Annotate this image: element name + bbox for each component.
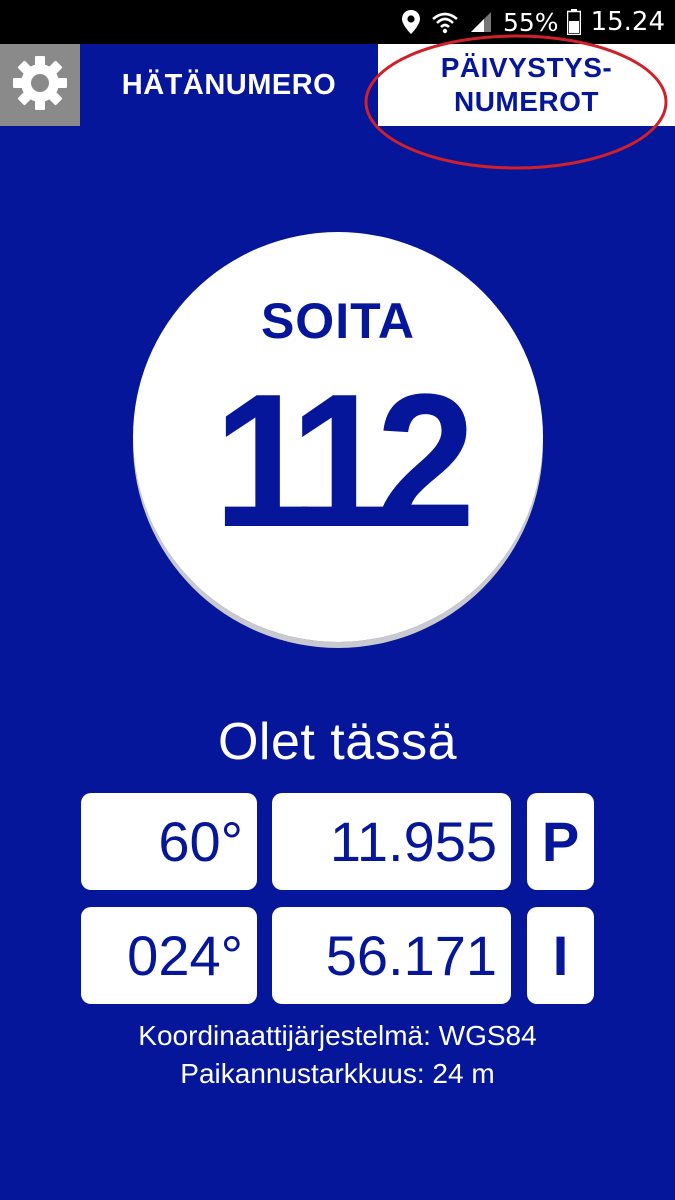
call-112-button[interactable]: SOITA 112 xyxy=(133,232,543,642)
latitude-direction: P xyxy=(527,793,594,890)
latitude-minutes: 11.955 xyxy=(272,793,511,890)
tab-emergency-number[interactable]: HÄTÄNUMERO xyxy=(80,44,378,126)
battery-percent: 55% xyxy=(502,7,559,37)
cell-signal-icon xyxy=(469,10,493,34)
latitude-degrees: 60° xyxy=(81,793,257,890)
gear-icon xyxy=(11,54,69,117)
location-pin-icon xyxy=(401,9,421,35)
longitude-degrees: 024° xyxy=(81,907,257,1004)
wifi-icon xyxy=(431,10,459,34)
longitude-direction: I xyxy=(527,907,594,1004)
tab-duty-numbers[interactable]: PÄIVYSTYS- NUMEROT xyxy=(378,44,675,126)
settings-button[interactable] xyxy=(0,44,80,126)
longitude-minutes: 56.171 xyxy=(272,907,511,1004)
battery-icon xyxy=(566,9,581,35)
coordinate-system: Koordinaattijärjestelmä: WGS84 xyxy=(138,1020,537,1051)
location-accuracy: Paikannustarkkuus: 24 m xyxy=(180,1058,495,1089)
clock: 15.24 xyxy=(590,7,665,37)
location-title: Olet tässä xyxy=(217,713,458,771)
call-label: SOITA xyxy=(260,293,416,349)
status-bar: 55% 15.24 xyxy=(0,0,675,44)
emergency-number: 112 xyxy=(213,355,476,567)
top-tab-bar: HÄTÄNUMERO PÄIVYSTYS- NUMEROT xyxy=(0,44,675,126)
